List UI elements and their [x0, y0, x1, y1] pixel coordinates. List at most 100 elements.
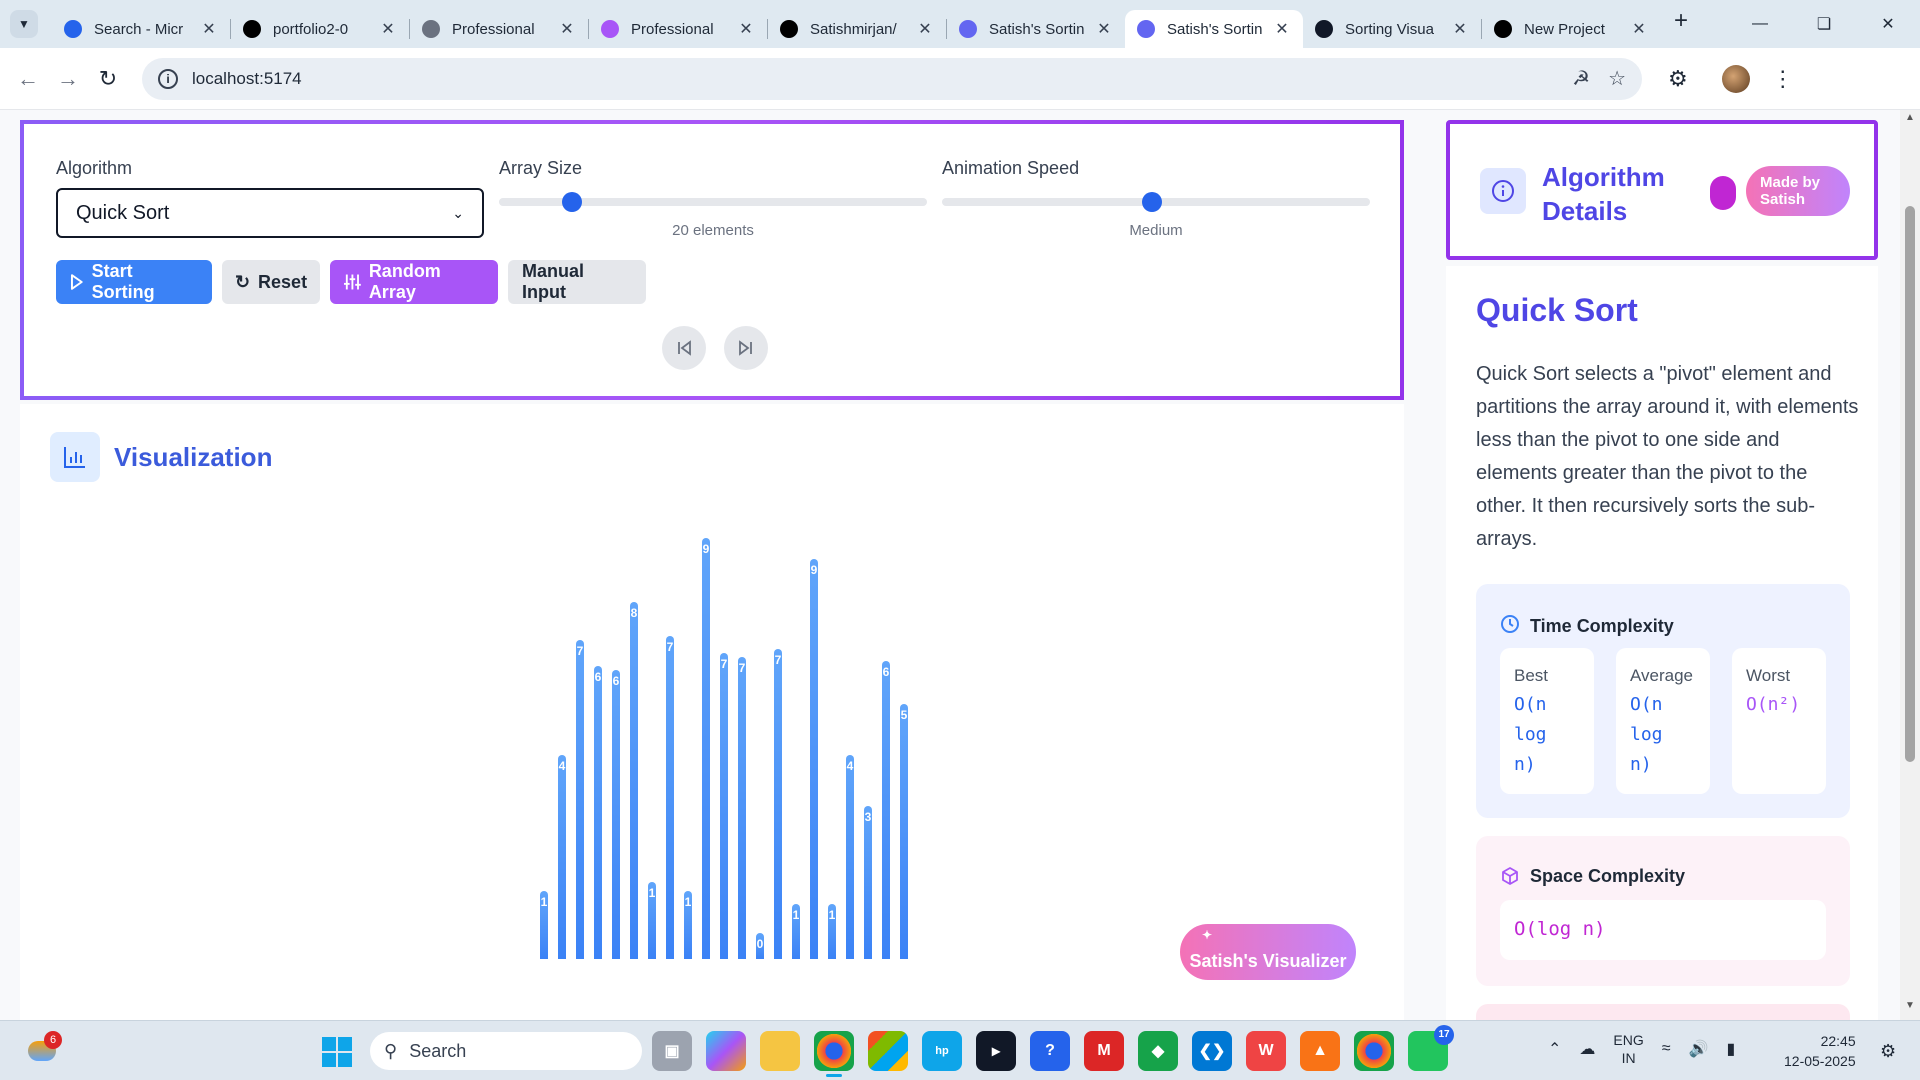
array-bar-label: 9	[702, 542, 710, 556]
array-bars: 147668171977071914365	[540, 534, 908, 959]
browser-tab[interactable]: New Project ✕	[1482, 10, 1660, 48]
url-text[interactable]: localhost:5174	[192, 69, 1554, 89]
extensions-icon[interactable]: ⚙	[1668, 66, 1688, 92]
start-sorting-button[interactable]: Start Sorting	[56, 260, 212, 304]
browser-tab[interactable]: Satishmirjan/ ✕	[768, 10, 946, 48]
close-tab-icon[interactable]: ✕	[737, 19, 755, 39]
notification-icon[interactable]: ⚙	[1880, 1041, 1896, 1062]
browser-tab[interactable]: Satish's Sortin ✕	[947, 10, 1125, 48]
task-view-icon[interactable]: ▣	[652, 1031, 692, 1071]
array-bar-label: 8	[630, 606, 638, 620]
chevron-up-icon[interactable]: ⌃	[1548, 1039, 1561, 1059]
vercel-icon	[1494, 20, 1512, 38]
algorithm-details-body: Quick Sort Quick Sort selects a "pivot" …	[1446, 266, 1878, 1020]
git-icon[interactable]: ◆	[1138, 1031, 1178, 1071]
volume-icon[interactable]: 🔊	[1689, 1039, 1709, 1059]
vscode-icon[interactable]: ❮❯	[1192, 1031, 1232, 1071]
algorithm-select[interactable]: Quick Sort ⌄	[56, 188, 484, 238]
mcafee-icon[interactable]: M	[1084, 1031, 1124, 1071]
browser-tab[interactable]: Professional ✕	[589, 10, 767, 48]
forward-icon[interactable]: →	[48, 66, 88, 92]
whatsapp-badge: 17	[1434, 1025, 1454, 1045]
whatsapp-icon[interactable]: 17	[1408, 1025, 1454, 1071]
array-bar	[900, 704, 908, 959]
tab-search-menu-icon[interactable]: ▼	[10, 10, 38, 38]
copilot-icon[interactable]	[706, 1031, 746, 1071]
browser-tab[interactable]: portfolio2-0 ✕	[231, 10, 409, 48]
average-case-label: Average	[1630, 666, 1694, 685]
profile-avatar[interactable]	[1721, 64, 1750, 93]
language-indicator[interactable]: ENG IN	[1613, 1031, 1643, 1067]
site-info-icon[interactable]: i	[158, 68, 178, 89]
help-icon[interactable]: ?	[1030, 1031, 1070, 1071]
windows-start-icon[interactable]	[322, 1037, 352, 1067]
back-icon[interactable]: ←	[8, 66, 48, 92]
terminal-icon[interactable]: ▸	[976, 1031, 1016, 1071]
bookmark-star-icon[interactable]: ☆	[1608, 66, 1626, 91]
openai-icon	[1315, 20, 1333, 38]
browser-tab[interactable]: Satish's Sortin ✕	[1125, 10, 1303, 48]
file-explorer-icon[interactable]	[760, 1031, 800, 1071]
chrome-profile-icon[interactable]	[1354, 1031, 1394, 1071]
random-array-button[interactable]: Random Array	[330, 260, 498, 304]
restore-icon[interactable]: ❏	[1792, 0, 1856, 48]
scroll-up-icon[interactable]: ▲	[1900, 112, 1920, 130]
wps-office-icon[interactable]: W	[1246, 1031, 1286, 1071]
chrome-icon[interactable]	[814, 1031, 854, 1077]
browser-tab[interactable]: Search - Micr ✕	[52, 10, 230, 48]
url-input[interactable]: i localhost:5174 ☭ ☆	[142, 57, 1642, 100]
reload-icon[interactable]: ↻	[88, 66, 128, 92]
close-tab-icon[interactable]: ✕	[1095, 19, 1113, 39]
manual-input-button[interactable]: Manual Input	[508, 260, 646, 304]
visualization-title: Visualization	[114, 442, 273, 472]
taskbar-search-box[interactable]: ⚲ Search	[370, 1032, 642, 1070]
array-bar	[666, 636, 674, 959]
browser-tab[interactable]: Professional ✕	[410, 10, 588, 48]
system-clock[interactable]: 22:45 12-05-2025	[1784, 1031, 1856, 1071]
array-bar	[846, 755, 854, 959]
close-tab-icon[interactable]: ✕	[1273, 19, 1291, 39]
address-bar-row: ← → ↻ i localhost:5174 ☭ ☆ ⚙ ⋮	[0, 48, 1920, 110]
brave-icon[interactable]: ▲	[1300, 1031, 1340, 1071]
close-tab-icon[interactable]: ✕	[558, 19, 576, 39]
scrollbar-thumb[interactable]	[1905, 206, 1915, 762]
battery-icon[interactable]: ▮	[1726, 1039, 1735, 1059]
browser-tab[interactable]: Sorting Visua ✕	[1303, 10, 1481, 48]
manual-input-label: Manual Input	[522, 261, 585, 302]
step-forward-button[interactable]	[724, 326, 768, 370]
made-by-badge: Made by Satish	[1746, 166, 1850, 216]
array-size-slider-thumb[interactable]	[561, 192, 582, 212]
browser-menu-icon[interactable]: ⋮	[1772, 66, 1794, 92]
close-tab-icon[interactable]: ✕	[916, 19, 934, 39]
close-tab-icon[interactable]: ✕	[1451, 19, 1469, 39]
github-icon	[780, 20, 798, 38]
myhp-icon[interactable]: hp	[922, 1031, 962, 1071]
close-window-icon[interactable]: ✕	[1856, 0, 1920, 48]
weather-widget[interactable]: 6	[24, 1031, 62, 1069]
array-size-slider[interactable]	[499, 192, 927, 212]
step-back-button[interactable]	[662, 326, 706, 370]
reset-button[interactable]: ↻ Reset	[222, 260, 320, 304]
minimize-icon[interactable]: —	[1728, 0, 1792, 48]
translate-icon[interactable]: ☭	[1572, 66, 1590, 91]
close-tab-icon[interactable]: ✕	[1630, 19, 1648, 39]
close-tab-icon[interactable]: ✕	[379, 19, 397, 39]
animation-speed-slider-thumb[interactable]	[1141, 192, 1162, 212]
array-bar-label: 4	[846, 759, 854, 773]
new-tab-icon[interactable]: +	[1674, 7, 1688, 35]
bar-chart-icon	[50, 432, 100, 482]
animation-speed-slider[interactable]	[942, 192, 1370, 212]
array-bar	[594, 666, 602, 959]
controls-panel: Algorithm Quick Sort ⌄ Array Size 20 ele…	[20, 120, 1404, 400]
close-tab-icon[interactable]: ✕	[200, 19, 218, 39]
page-scrollbar[interactable]: ▲ ▼	[1900, 110, 1920, 1020]
wifi-icon[interactable]: ≈	[1662, 1040, 1671, 1058]
array-bar-label: 7	[738, 661, 746, 675]
average-case-value: O(n log n)	[1630, 694, 1663, 775]
microsoft-store-icon[interactable]	[868, 1031, 908, 1071]
sparkle-icon: ✦	[1202, 928, 1213, 942]
array-bar-label: 7	[576, 644, 584, 658]
scroll-down-icon[interactable]: ▼	[1900, 1000, 1920, 1018]
cloud-sync-icon[interactable]: ☁	[1579, 1039, 1595, 1059]
app-icon	[959, 20, 977, 38]
